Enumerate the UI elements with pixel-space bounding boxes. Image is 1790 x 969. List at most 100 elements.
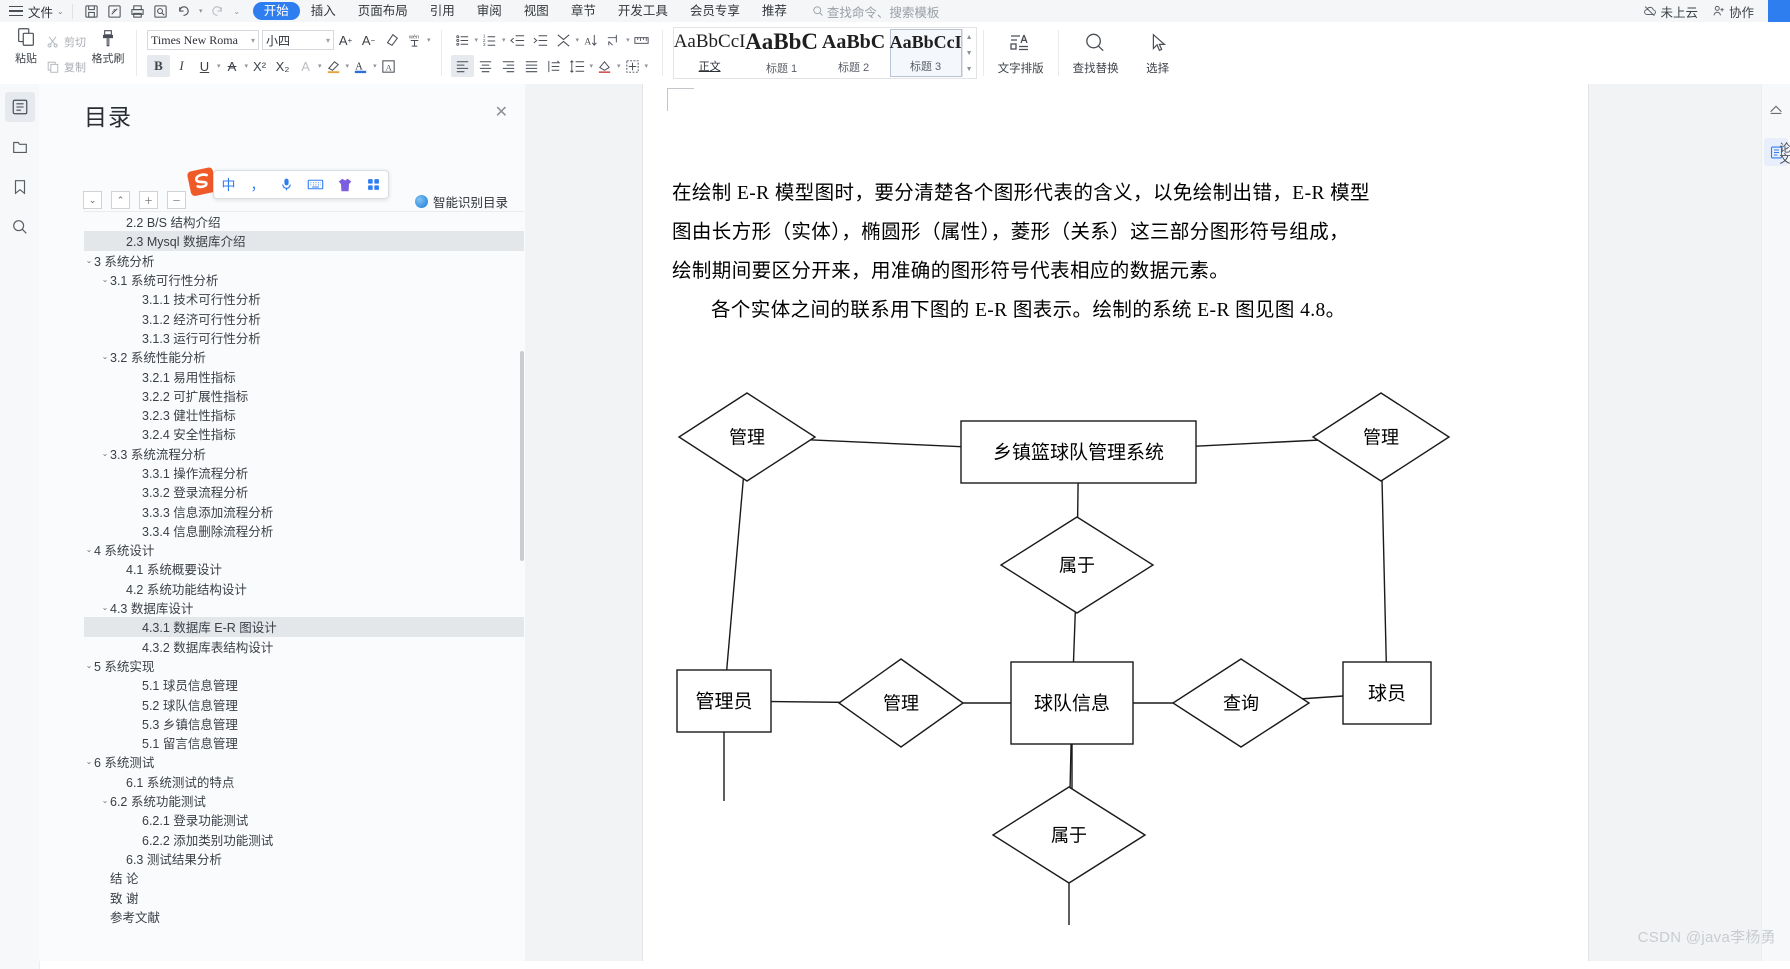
style-heading-1[interactable]: AaBbC 标题 1 — [745, 29, 818, 77]
sort-icon[interactable]: A — [579, 29, 602, 51]
paste-button[interactable]: 粘贴 — [6, 22, 46, 84]
outline-item[interactable]: 5.2 球队信息管理 — [84, 694, 524, 713]
outline-item[interactable]: ⌄ 3.2 系统性能分析 — [84, 347, 524, 366]
scroll-up-icon[interactable]: ▲ — [966, 34, 973, 41]
chevron-down-icon[interactable]: ⌄ — [84, 545, 94, 554]
tab-review[interactable]: 审阅 — [466, 2, 513, 20]
outline-item[interactable]: ⌄ 6.2 系统功能测试 — [84, 791, 524, 810]
align-right-icon[interactable] — [497, 55, 520, 77]
styles-expand-icon[interactable]: ▼ — [966, 66, 973, 73]
chevron-down-icon[interactable]: ⌄ — [57, 7, 64, 16]
style-heading-3[interactable]: AaBbCcI 标题 3 — [889, 29, 962, 77]
outline-item[interactable]: 5.1 球员信息管理 — [84, 675, 524, 694]
decrease-font-size-button[interactable]: A − — [357, 29, 380, 51]
text-effect-button[interactable]: A — [294, 55, 317, 77]
redo-icon[interactable] — [207, 1, 229, 21]
outline-item[interactable]: 5.3 乡镇信息管理 — [84, 714, 524, 733]
chevron-down-icon[interactable]: ⌄ — [100, 352, 110, 361]
skin-icon[interactable] — [330, 177, 359, 193]
sidebar-rail-outline[interactable] — [4, 92, 35, 122]
tab-developer[interactable]: 开发工具 — [607, 2, 679, 20]
chevron-down-icon[interactable]: ⌄ — [100, 603, 110, 612]
copy-button[interactable]: 复制 — [46, 54, 86, 79]
superscript-button[interactable]: X² — [248, 55, 271, 77]
chevron-down-icon[interactable]: ▾ — [645, 62, 649, 70]
chevron-down-icon[interactable]: ⌄ — [100, 796, 110, 805]
increase-indent-icon[interactable] — [529, 29, 552, 51]
outline-expand-button[interactable]: ＋ — [139, 191, 158, 209]
print-preview-icon[interactable] — [150, 1, 172, 21]
underline-button[interactable]: U — [193, 55, 216, 77]
justify-icon[interactable] — [520, 55, 543, 77]
close-icon[interactable]: ✕ — [495, 102, 508, 122]
cut-button[interactable]: 剪切 — [46, 29, 86, 54]
outline-item[interactable]: 3.3.1 操作流程分析 — [84, 463, 524, 482]
italic-button[interactable]: I — [170, 55, 193, 77]
save-as-icon[interactable]: ↗ — [104, 1, 126, 21]
tab-member[interactable]: 会员专享 — [679, 2, 751, 20]
borders-icon[interactable] — [621, 55, 644, 77]
hamburger-menu-icon[interactable] — [9, 5, 23, 17]
align-left-icon[interactable] — [450, 55, 474, 77]
outline-item[interactable]: ⌄ 3 系统分析 — [84, 251, 524, 270]
outline-item[interactable]: 6.2.1 登录功能测试 — [84, 810, 524, 829]
outline-item[interactable]: 5.1 留言信息管理 — [84, 733, 524, 752]
outline-item[interactable]: ⌄ 4 系统设计 — [84, 540, 524, 559]
clear-format-icon[interactable] — [380, 29, 403, 51]
outline-item[interactable]: ⌄ 4.3 数据库设计 — [84, 598, 524, 617]
typography-button[interactable]: 文字排版 — [990, 24, 1052, 82]
file-menu[interactable]: 文件 — [28, 2, 53, 21]
outline-item[interactable]: 4.1 系统概要设计 — [84, 559, 524, 578]
tab-view[interactable]: 视图 — [513, 2, 560, 20]
outline-item[interactable]: 3.2.4 安全性指标 — [84, 424, 524, 443]
outline-item[interactable]: 3.1.3 运行可行性分析 — [84, 328, 524, 347]
outline-item[interactable]: ⌄ 5 系统实现 — [84, 656, 524, 675]
increase-font-size-button[interactable]: A + — [334, 29, 357, 51]
format-painter-button[interactable]: 格式刷 — [86, 22, 130, 86]
line-spacing-icon[interactable] — [566, 55, 589, 77]
sidebar-rail-bookmark[interactable] — [5, 172, 35, 202]
command-search[interactable]: 查找命令、搜索模板 — [812, 2, 939, 21]
ime-mode-chinese[interactable]: 中 — [214, 175, 243, 195]
highlight-color-icon[interactable] — [322, 55, 345, 77]
outline-item[interactable]: 3.1.2 经济可行性分析 — [84, 308, 524, 327]
merge-paragraph-icon[interactable] — [552, 29, 575, 51]
style-body[interactable]: AaBbCcI 正文 — [674, 29, 746, 77]
align-center-icon[interactable] — [474, 55, 497, 77]
subscript-button[interactable]: X₂ — [271, 55, 294, 77]
outline-item[interactable]: 2.3 Mysql 数据库介绍 — [84, 231, 524, 251]
styles-scroll[interactable]: ▲ ▼ ▼ — [961, 29, 976, 77]
font-color-icon[interactable]: A — [349, 55, 372, 77]
right-rail-collapse[interactable] — [1765, 98, 1787, 120]
outline-item[interactable]: 3.3.4 信息删除流程分析 — [84, 521, 524, 540]
bullet-list-icon[interactable] — [451, 29, 474, 51]
collaborate-button[interactable]: 协作 — [1712, 2, 1754, 21]
bold-button[interactable]: B — [147, 55, 170, 77]
find-replace-button[interactable]: 查找替换 — [1065, 24, 1127, 82]
sogou-ime-toolbar[interactable]: 中 ， — [213, 170, 389, 199]
outline-item[interactable]: 4.3.2 数据库表结构设计 — [84, 637, 524, 656]
apps-icon[interactable] — [359, 177, 388, 192]
mic-icon[interactable] — [272, 177, 301, 192]
character-border-icon[interactable]: A — [377, 55, 400, 77]
outline-item[interactable]: 3.2.3 健壮性指标 — [84, 405, 524, 424]
font-name-select[interactable]: Times New Roma ▾ — [147, 30, 259, 50]
outline-item[interactable]: 参考文献 — [84, 907, 524, 926]
outline-prev-button[interactable]: ⌃ — [111, 191, 130, 209]
outline-item[interactable]: 6.2.2 添加类别功能测试 — [84, 830, 524, 849]
sidebar-rail-files[interactable] — [5, 132, 35, 162]
tab-start[interactable]: 开始 — [252, 2, 300, 20]
document-area[interactable]: 在绘制 E-R 模型图时，要分清楚各个图形代表的含义，以免绘制出错，E-R 模型… — [525, 84, 1790, 961]
outline-next-button[interactable]: ⌄ — [83, 191, 102, 209]
ruler-icon[interactable] — [630, 29, 653, 51]
outline-item[interactable]: ⌄ 3.1 系统可行性分析 — [84, 270, 524, 289]
select-button[interactable]: 选择 — [1127, 24, 1189, 82]
outline-item[interactable]: 致 谢 — [84, 887, 524, 906]
outline-collapse-button[interactable]: － — [167, 191, 186, 209]
chevron-down-icon[interactable]: ⌄ — [100, 275, 110, 284]
chevron-down-icon[interactable]: ▾ — [427, 36, 431, 44]
undo-dropdown-icon[interactable]: ▾ — [196, 1, 206, 21]
scroll-down-icon[interactable]: ▼ — [966, 50, 973, 57]
chevron-down-icon[interactable]: ⌄ — [100, 449, 110, 458]
style-heading-2[interactable]: AaBbC 标题 2 — [818, 29, 890, 77]
